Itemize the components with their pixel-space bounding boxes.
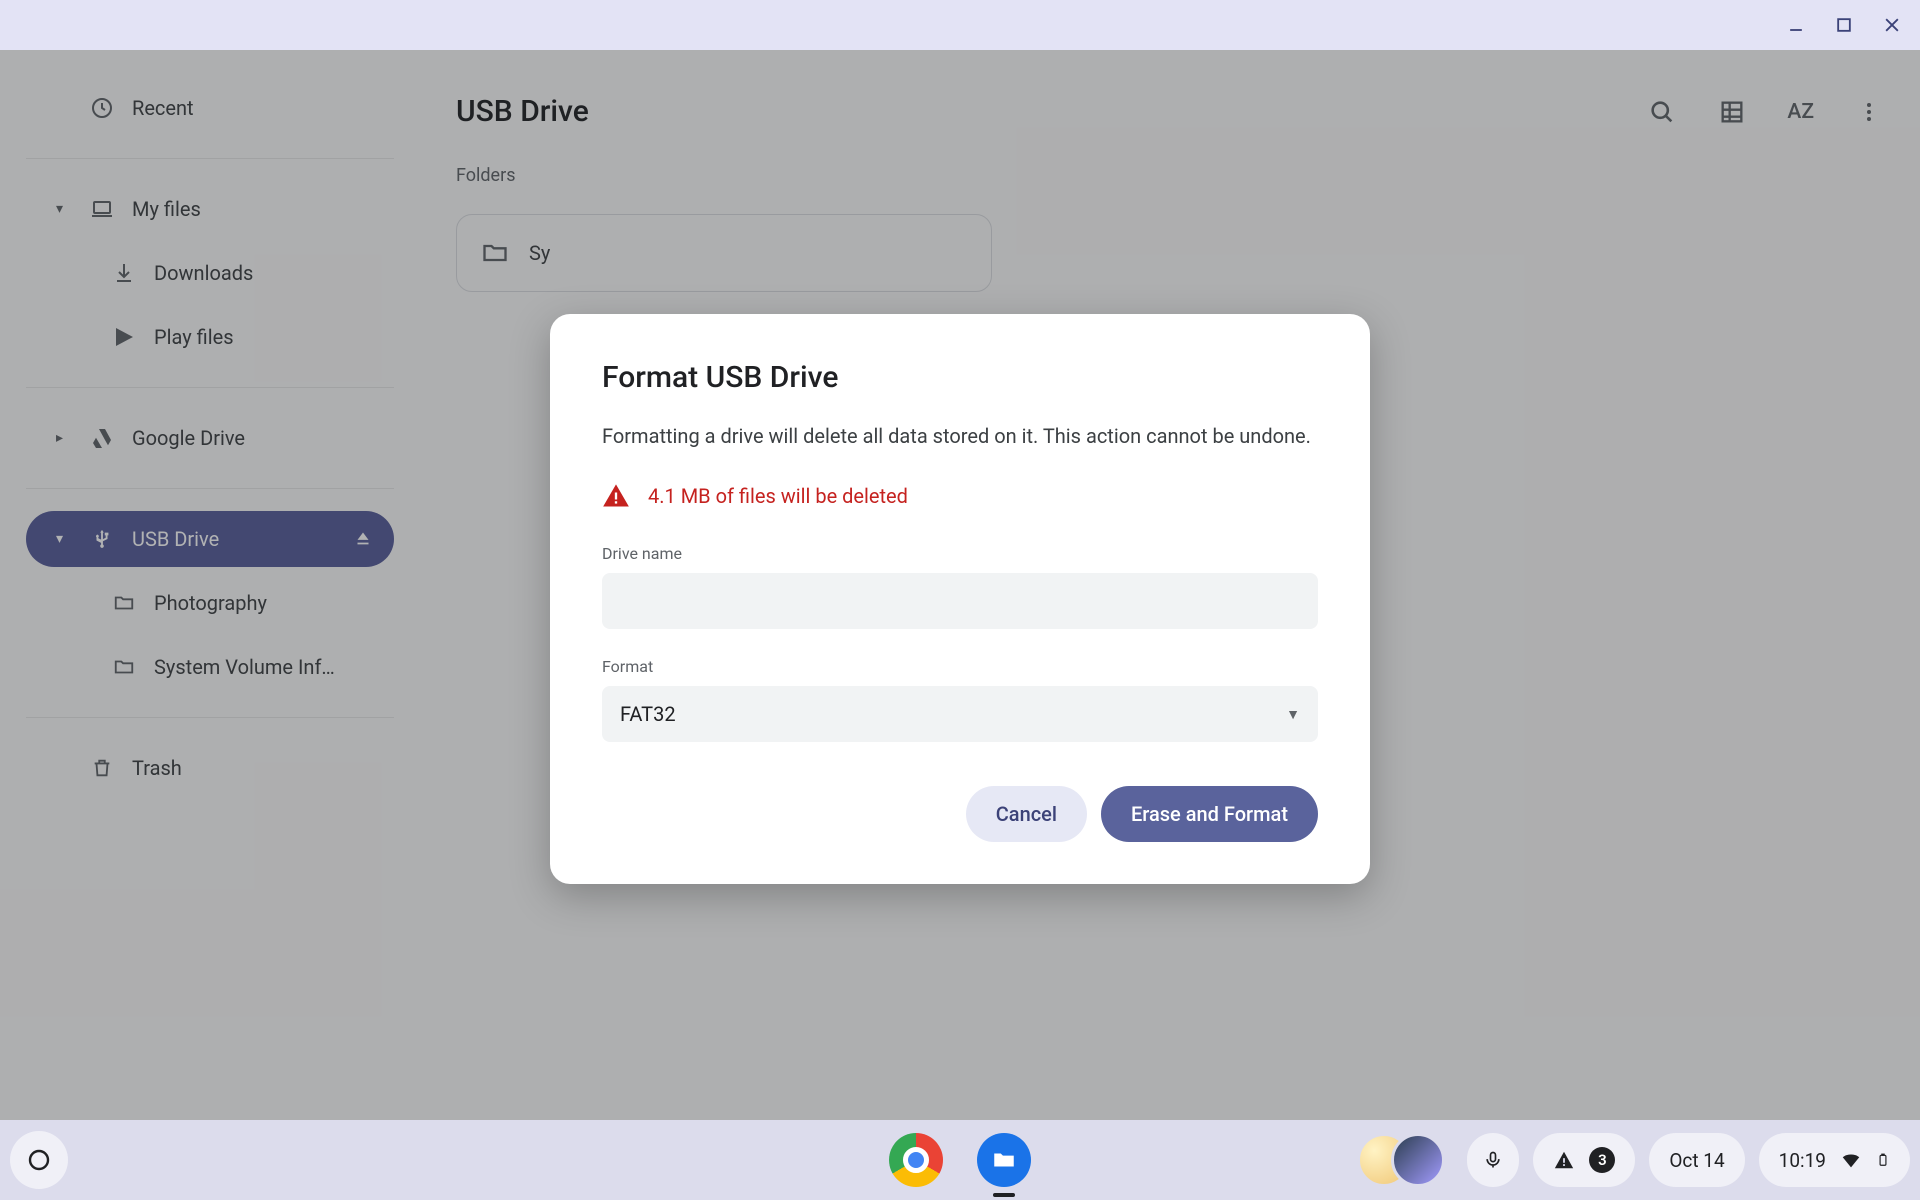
- erase-and-format-button[interactable]: Erase and Format: [1101, 786, 1318, 842]
- drive-name-input[interactable]: [602, 573, 1318, 629]
- cancel-button[interactable]: Cancel: [966, 786, 1087, 842]
- launcher-button[interactable]: [10, 1131, 68, 1189]
- shelf-date: Oct 14: [1669, 1149, 1724, 1172]
- dialog-description: Formatting a drive will delete all data …: [602, 421, 1318, 452]
- avatar: [1391, 1133, 1445, 1187]
- window-titlebar: [0, 0, 1920, 50]
- warning-text: 4.1 MB of files will be deleted: [648, 484, 908, 508]
- drive-name-label: Drive name: [602, 544, 1318, 563]
- maximize-button[interactable]: [1834, 15, 1854, 35]
- status-tray[interactable]: 10:19: [1759, 1133, 1910, 1187]
- files-app-icon[interactable]: [976, 1132, 1032, 1188]
- date-pill[interactable]: Oct 14: [1649, 1133, 1744, 1187]
- dialog-title: Format USB Drive: [602, 360, 1318, 395]
- notification-count: 3: [1589, 1147, 1615, 1173]
- files-app: Recent ▾ My files Downloads Play files ▸: [0, 50, 1920, 1120]
- shelf-pinned-apps: [888, 1132, 1032, 1188]
- format-label: Format: [602, 657, 1318, 676]
- shelf-time: 10:19: [1779, 1149, 1826, 1172]
- account-switcher[interactable]: [1357, 1133, 1453, 1187]
- warning-icon: [602, 482, 630, 510]
- format-selected-value: FAT32: [620, 702, 676, 726]
- shelf: 3 Oct 14 10:19: [0, 1120, 1920, 1200]
- dialog-actions: Cancel Erase and Format: [602, 786, 1318, 842]
- chrome-app-icon[interactable]: [888, 1132, 944, 1188]
- close-button[interactable]: [1882, 15, 1902, 35]
- microphone-button[interactable]: [1467, 1133, 1519, 1187]
- dialog-warning: 4.1 MB of files will be deleted: [602, 482, 1318, 510]
- wifi-icon: [1840, 1149, 1862, 1171]
- minimize-button[interactable]: [1786, 15, 1806, 35]
- chevron-down-icon: ▼: [1286, 706, 1300, 723]
- format-dialog: Format USB Drive Formatting a drive will…: [550, 314, 1370, 884]
- shelf-status-area: 3 Oct 14 10:19: [1357, 1133, 1910, 1187]
- notifications-pill[interactable]: 3: [1533, 1133, 1635, 1187]
- battery-icon: [1876, 1149, 1890, 1171]
- format-select[interactable]: FAT32 ▼: [602, 686, 1318, 742]
